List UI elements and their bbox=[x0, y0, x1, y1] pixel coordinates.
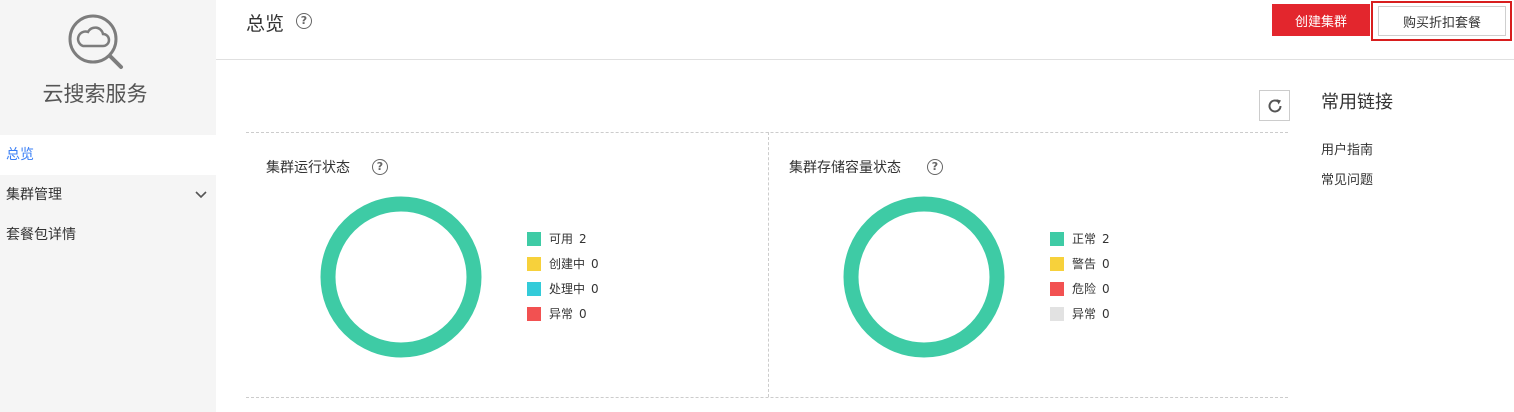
legend-count: 0 bbox=[579, 307, 587, 321]
legend-count: 0 bbox=[591, 257, 599, 271]
legend-item: 正常 2 bbox=[1050, 230, 1110, 255]
page-header: 总览 ? 创建集群 购买折扣套餐 bbox=[216, 0, 1514, 60]
sidebar: 云搜索服务 总览 集群管理 套餐包详情 bbox=[0, 0, 216, 412]
common-links-title: 常用链接 bbox=[1321, 92, 1393, 113]
legend-swatch bbox=[527, 256, 541, 271]
page-title: 总览 bbox=[246, 13, 285, 35]
create-cluster-button[interactable]: 创建集群 bbox=[1272, 4, 1370, 36]
legend-count: 0 bbox=[1102, 257, 1110, 271]
legend-swatch bbox=[1050, 256, 1064, 271]
legend-count: 0 bbox=[591, 282, 599, 296]
panel-divider-top bbox=[246, 132, 1288, 133]
legend-label: 危险 bbox=[1072, 282, 1097, 296]
legend-item: 危险 0 bbox=[1050, 280, 1110, 305]
legend-swatch bbox=[527, 281, 541, 296]
sidebar-item-label: 总览 bbox=[6, 147, 34, 163]
legend-item: 处理中 0 bbox=[527, 280, 599, 305]
cluster-status-legend: 可用 2 创建中 0 处理中 0 异常 0 bbox=[527, 230, 599, 330]
sidebar-item-label: 套餐包详情 bbox=[6, 227, 76, 243]
sidebar-item-label: 集群管理 bbox=[6, 187, 62, 203]
legend-label: 异常 bbox=[1072, 307, 1097, 321]
legend-swatch bbox=[1050, 231, 1064, 246]
buy-discount-package-button[interactable]: 购买折扣套餐 bbox=[1378, 6, 1506, 36]
legend-item: 异常 0 bbox=[527, 305, 599, 330]
chevron-down-icon bbox=[195, 191, 207, 199]
storage-status-donut bbox=[843, 196, 1005, 358]
legend-label: 正常 bbox=[1072, 232, 1097, 246]
user-guide-link[interactable]: 用户指南 bbox=[1321, 139, 1373, 158]
legend-label: 可用 bbox=[549, 232, 574, 246]
panel-divider-bottom bbox=[246, 397, 1288, 398]
legend-swatch bbox=[527, 231, 541, 246]
legend-count: 2 bbox=[579, 232, 587, 246]
legend-swatch bbox=[1050, 281, 1064, 296]
sidebar-item-overview[interactable]: 总览 bbox=[0, 135, 216, 175]
sidebar-item-cluster-management[interactable]: 集群管理 bbox=[0, 175, 216, 215]
help-icon[interactable]: ? bbox=[927, 159, 943, 175]
legend-label: 异常 bbox=[549, 307, 574, 321]
legend-count: 0 bbox=[1102, 282, 1110, 296]
legend-item: 可用 2 bbox=[527, 230, 599, 255]
refresh-icon bbox=[1268, 99, 1282, 113]
buy-button-highlight: 购买折扣套餐 bbox=[1371, 1, 1512, 41]
help-icon[interactable]: ? bbox=[296, 13, 312, 29]
storage-status-title: 集群存储容量状态 bbox=[789, 160, 901, 176]
legend-label: 创建中 bbox=[549, 257, 586, 271]
search-cloud-icon bbox=[68, 14, 123, 69]
cluster-status-title: 集群运行状态 bbox=[266, 160, 350, 176]
storage-status-legend: 正常 2 警告 0 危险 0 异常 0 bbox=[1050, 230, 1110, 330]
legend-item: 异常 0 bbox=[1050, 305, 1110, 330]
legend-label: 处理中 bbox=[549, 282, 586, 296]
service-title: 云搜索服务 bbox=[42, 82, 148, 106]
legend-swatch bbox=[527, 306, 541, 321]
legend-count: 2 bbox=[1102, 232, 1110, 246]
faq-link[interactable]: 常见问题 bbox=[1321, 169, 1373, 188]
help-icon[interactable]: ? bbox=[372, 159, 388, 175]
sidebar-item-package-details[interactable]: 套餐包详情 bbox=[0, 215, 216, 255]
legend-count: 0 bbox=[1102, 307, 1110, 321]
legend-item: 创建中 0 bbox=[527, 255, 599, 280]
sidebar-logo: 云搜索服务 bbox=[0, 0, 216, 135]
cluster-status-donut bbox=[320, 196, 482, 358]
legend-item: 警告 0 bbox=[1050, 255, 1110, 280]
panel-divider-vertical bbox=[768, 132, 769, 397]
legend-label: 警告 bbox=[1072, 257, 1097, 271]
refresh-button[interactable] bbox=[1259, 90, 1290, 121]
legend-swatch bbox=[1050, 306, 1064, 321]
